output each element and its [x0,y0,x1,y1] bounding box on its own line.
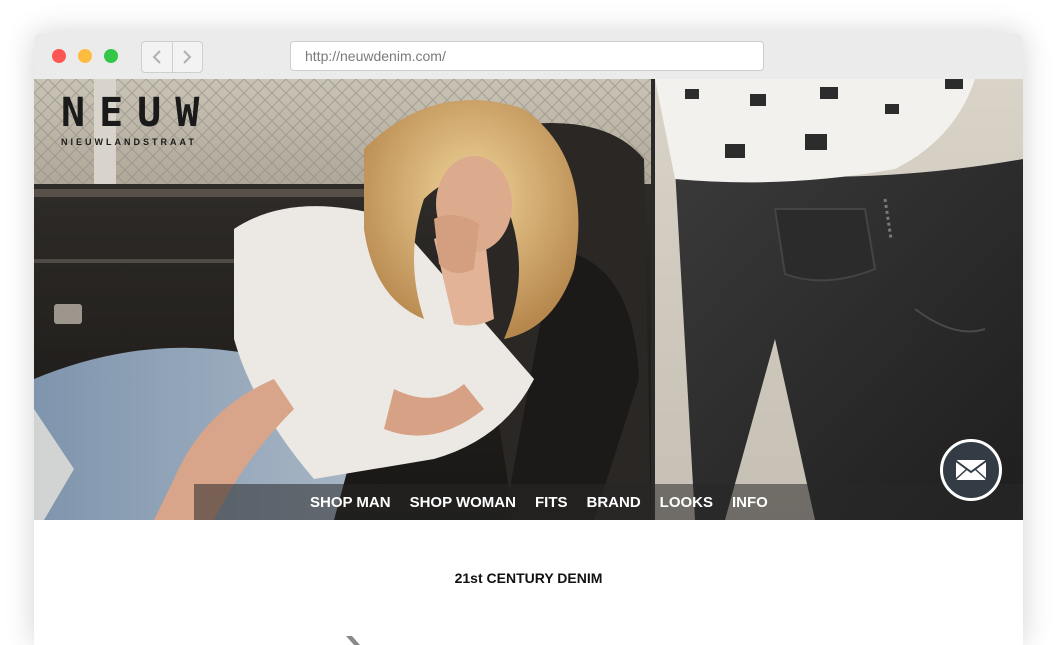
minimize-window-button[interactable] [78,49,92,63]
nav-item-looks[interactable]: LOOKS [660,494,713,511]
nav-item-shop-woman[interactable]: SHOP WOMAN [410,494,516,511]
address-bar[interactable]: http://neuwdenim.com/ [290,41,764,71]
browser-window: http://neuwdenim.com/ NEUW NIEUWLANDSTRA… [34,33,1023,645]
hero-banner: NEUW NIEUWLANDSTRAAT SHOP MAN SHOP WOMAN… [34,79,1023,520]
partial-image-edge [346,636,360,645]
nav-item-info[interactable]: INFO [732,494,768,511]
forward-button[interactable] [171,42,203,72]
contact-mail-button[interactable] [940,439,1002,501]
maximize-window-button[interactable] [104,49,118,63]
chevron-left-icon [152,50,161,64]
envelope-icon [955,460,987,480]
brand-name: NEUW [61,90,214,136]
back-button[interactable] [142,42,172,72]
nav-item-fits[interactable]: FITS [535,494,568,511]
nav-item-brand[interactable]: BRAND [586,494,640,511]
brand-logo[interactable]: NEUW NIEUWLANDSTRAAT [61,91,213,147]
close-window-button[interactable] [52,49,66,63]
browser-toolbar: http://neuwdenim.com/ [34,33,1023,80]
history-nav [141,41,203,73]
section-heading: 21st CENTURY DENIM [454,570,603,586]
nav-item-shop-man[interactable]: SHOP MAN [310,494,391,511]
main-nav: SHOP MAN SHOP WOMAN FITS BRAND LOOKS INF… [310,484,787,520]
brand-subtitle: NIEUWLANDSTRAAT [61,137,197,147]
hero-photo-woman: NEUW NIEUWLANDSTRAAT [34,79,651,520]
chevron-right-icon [183,50,192,64]
